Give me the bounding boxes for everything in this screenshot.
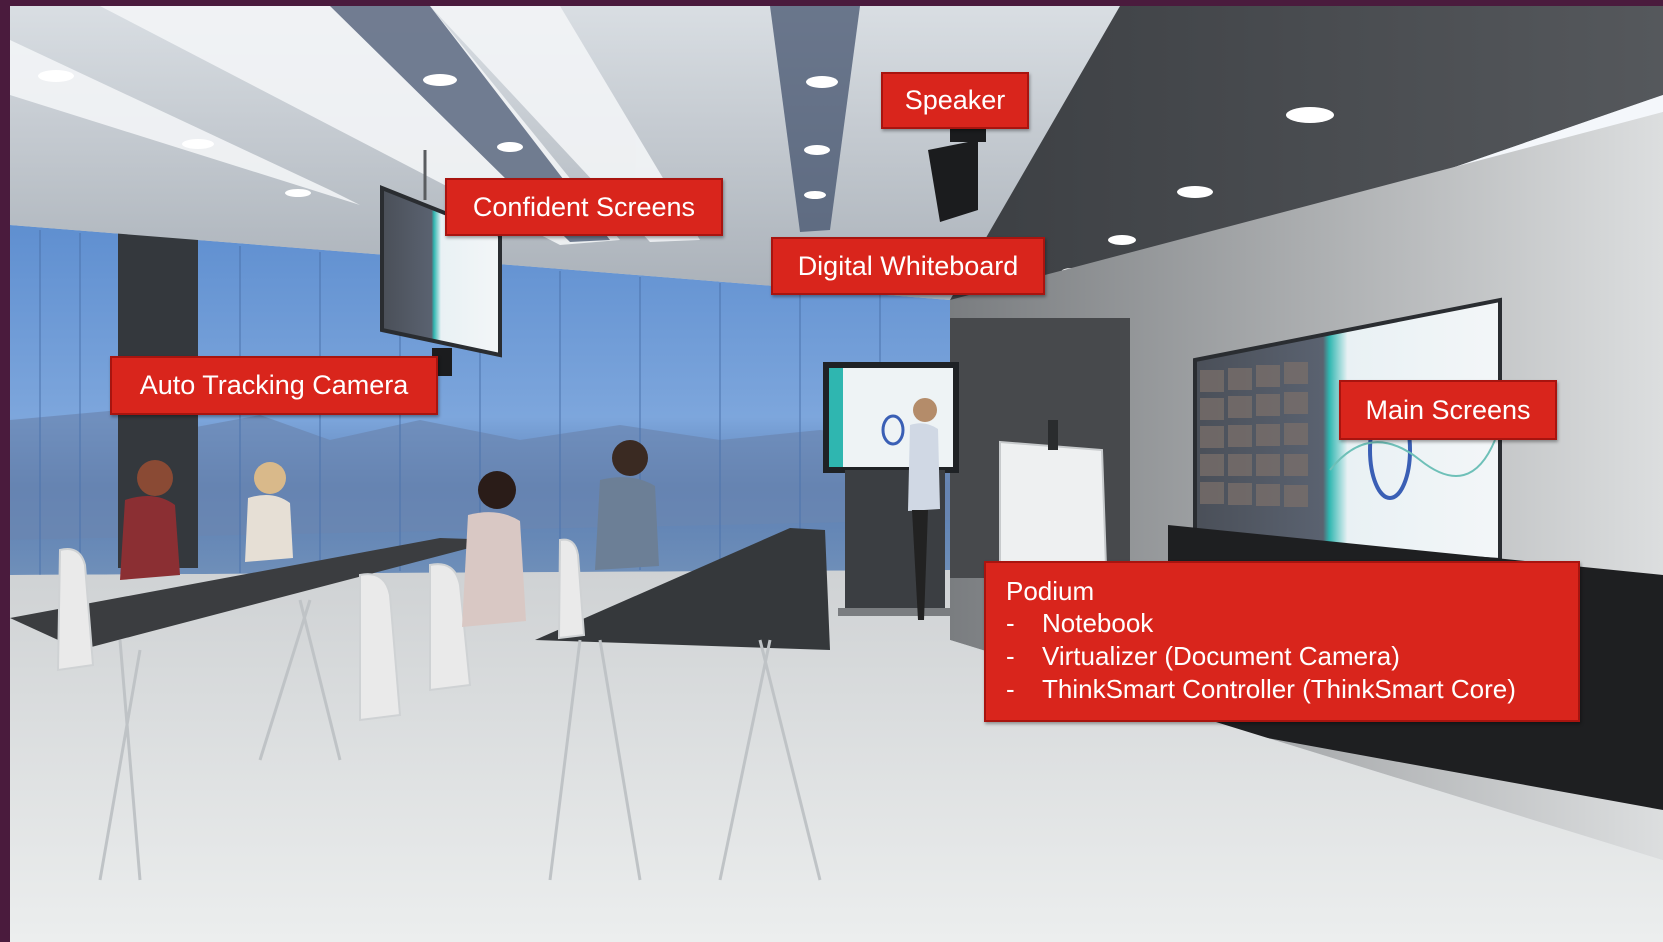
main-screens-label: Main Screens [1339,380,1557,440]
confident-screens-label: Confident Screens [445,178,723,236]
main-screens-label-text: Main Screens [1365,394,1531,425]
speaker-label-text: Speaker [904,85,1006,115]
podium-title: Podium [1006,576,1095,606]
podium-item-virtualizer: Virtualizer (Document Camera) [1042,641,1400,671]
auto-tracking-camera-label-text: Auto Tracking Camera [139,370,409,400]
podium-callout: Podium - Notebook - Virtualizer (Documen… [984,561,1580,722]
podium-item-thinksmart-controller: ThinkSmart Controller (ThinkSmart Core) [1042,674,1516,704]
list-bullet: - [1006,608,1015,638]
confident-screens-label-text: Confident Screens [472,191,696,222]
speaker-label: Speaker [881,72,1029,129]
list-bullet: - [1006,641,1015,671]
podium-item-notebook: Notebook [1042,608,1154,638]
list-item: - Virtualizer (Document Camera) [1006,640,1560,673]
list-item: - ThinkSmart Controller (ThinkSmart Core… [1006,673,1560,706]
digital-whiteboard-label-text: Digital Whiteboard [797,250,1019,281]
auto-tracking-camera-label: Auto Tracking Camera [110,356,438,415]
list-bullet: - [1006,674,1015,704]
list-item: - Notebook [1006,607,1560,640]
podium-component-list: - Notebook - Virtualizer (Document Camer… [1006,607,1560,706]
classroom-scene-image [0,0,1663,942]
digital-whiteboard-label: Digital Whiteboard [771,237,1045,295]
